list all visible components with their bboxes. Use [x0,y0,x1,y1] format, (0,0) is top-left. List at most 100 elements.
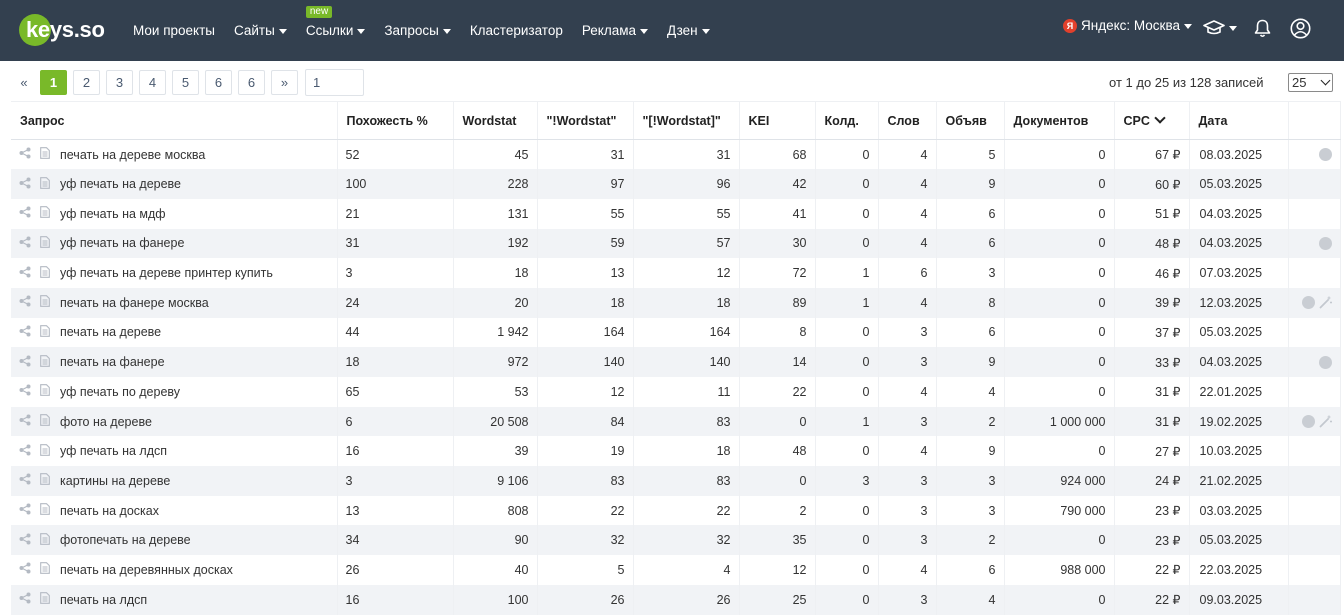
query-link[interactable]: печать на досках [60,504,159,518]
document-button[interactable] [40,147,60,162]
document-button[interactable] [40,176,60,192]
share-button[interactable] [19,147,40,162]
share-button[interactable] [19,177,40,192]
column-header[interactable]: CPC [1114,101,1190,140]
query-link[interactable]: печать на фанере москва [60,296,209,310]
column-header[interactable]: Документов [1004,101,1115,140]
query-link[interactable]: печать на фанере [60,355,165,369]
column-header[interactable]: KEI [739,101,816,140]
sort-desc-icon[interactable] [1154,111,1166,124]
document-button[interactable] [40,354,60,370]
query-link[interactable]: уф печать на дереве [60,177,181,191]
query-link[interactable]: уф печать на мдф [60,207,166,221]
share-button[interactable] [19,444,40,459]
column-header[interactable]: Дата [1189,101,1289,140]
document-button[interactable] [40,325,60,340]
magic-wand-button[interactable] [1315,296,1332,309]
document-button[interactable] [40,503,60,518]
column-header[interactable]: Похожесть % [337,101,454,140]
column-header[interactable]: Слов [878,101,937,140]
nav-item[interactable]: new Ссылки [305,6,366,38]
docs-cell: 0 [1004,258,1115,288]
column-header[interactable]: Объяв [936,101,1005,140]
share-button[interactable] [19,325,40,340]
document-button[interactable] [40,384,60,399]
query-link[interactable]: уф печать на лдсп [60,444,167,458]
page-button[interactable]: 3 [106,70,133,95]
share-button[interactable] [19,503,40,518]
share-button[interactable] [19,384,40,399]
document-button[interactable] [40,443,60,459]
nav-item[interactable]: Дзен [667,23,710,38]
notifications-button[interactable] [1254,16,1271,40]
share-button[interactable] [19,533,40,548]
share-button[interactable] [19,592,40,607]
document-button[interactable] [40,236,60,251]
magic-wand-button[interactable] [1315,415,1332,428]
page-number-input[interactable] [305,69,364,96]
page-button[interactable]: 6 [238,70,265,95]
document-button[interactable] [40,265,60,281]
column-header[interactable]: Wordstat [453,101,538,140]
nav-item[interactable]: Запросы [384,23,451,38]
words-cell: 4 [878,436,937,467]
globe-icon[interactable] [1318,355,1332,369]
query-link[interactable]: печать на дереве москва [60,148,205,162]
share-button[interactable] [19,266,40,281]
next-page-button[interactable]: » [271,70,298,95]
share-button[interactable] [19,414,40,429]
share-button[interactable] [19,295,40,310]
prev-page-button[interactable]: « [14,70,34,95]
region-selector[interactable]: Я Яндекс: Москва [1063,18,1192,33]
page-button[interactable]: 2 [73,70,100,95]
page-button[interactable]: 6 [205,70,232,95]
query-link[interactable]: уф печать на фанере [60,236,184,250]
query-link[interactable]: уф печать по дереву [60,385,180,399]
page-button[interactable]: 4 [139,70,166,95]
ws_order-cell: 26 [633,584,740,615]
document-button[interactable] [40,206,60,221]
ws_exact-cell: 22 [537,495,634,526]
actions-cell [1288,198,1341,229]
share-button[interactable] [19,355,40,370]
document-button[interactable] [40,532,60,548]
query-link[interactable]: печать на дереве [60,325,161,339]
user-menu[interactable] [1290,16,1311,40]
ws_exact-cell: 13 [537,258,634,288]
globe-icon[interactable] [1301,296,1315,310]
logo[interactable]: keys.so [19,13,105,47]
share-button[interactable] [19,206,40,221]
page-button[interactable]: 5 [172,70,199,95]
query-link[interactable]: фотопечать на дереве [60,533,191,547]
nav-item[interactable]: Кластеризатор [470,23,563,38]
nav-item[interactable]: Мои проекты [133,23,215,38]
query-link[interactable]: уф печать на дереве принтер купить [60,266,273,280]
document-button[interactable] [40,473,60,488]
globe-icon[interactable] [1318,148,1332,162]
document-button[interactable] [40,295,60,310]
column-header[interactable]: Колд. [815,101,879,140]
education-menu[interactable] [1203,16,1237,40]
table-header-row: Запрос Похожесть % Wordstat "!Wordstat" "[!W… [11,101,1341,140]
share-button[interactable] [19,473,40,488]
actions-cell [1288,436,1341,467]
share-button[interactable] [19,562,40,577]
column-header[interactable]: "[!Wordstat]" [633,101,740,140]
document-button[interactable] [40,414,60,429]
share-button[interactable] [19,236,40,251]
query-link[interactable]: фото на дереве [60,415,152,429]
query-link[interactable]: печать на лдсп [60,593,147,607]
globe-icon[interactable] [1318,236,1332,250]
nav-item[interactable]: Сайты [234,23,287,38]
nav-item[interactable]: Реклама [582,23,649,38]
per-page-select[interactable]: 25 [1288,73,1333,92]
query-link[interactable]: картины на дереве [60,474,170,488]
document-button[interactable] [40,562,60,577]
document-button[interactable] [40,592,60,607]
page-button[interactable]: 1 [40,70,67,95]
column-header[interactable]: "!Wordstat" [537,101,634,140]
query-link[interactable]: печать на деревянных досках [60,563,233,577]
globe-icon[interactable] [1301,415,1315,429]
column-header[interactable]: Запрос [11,101,338,140]
row-actions [1295,296,1334,310]
